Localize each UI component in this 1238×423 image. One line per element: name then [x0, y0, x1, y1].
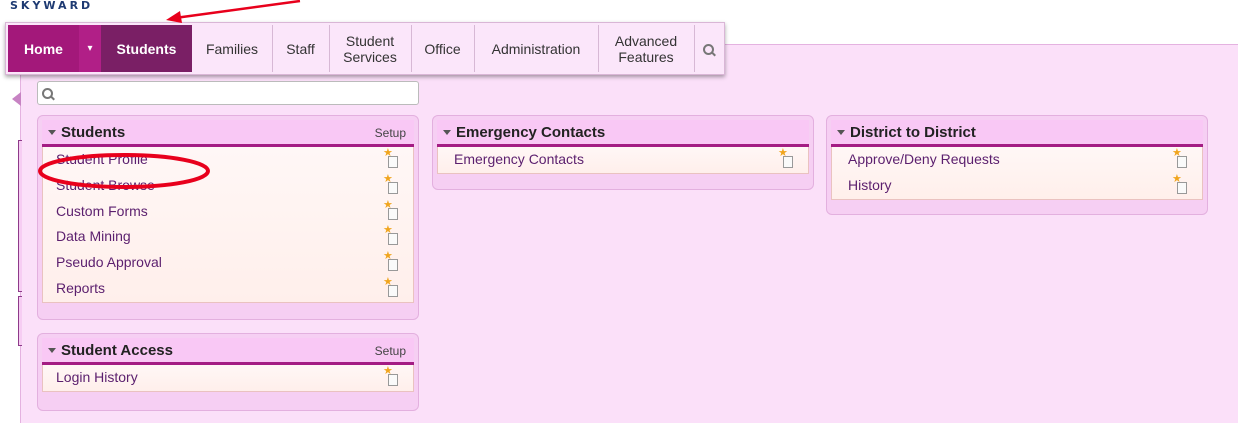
- students-setup-link[interactable]: Setup: [375, 126, 406, 140]
- top-navigation-bar: Home ▾ Students Families Staff Student S…: [5, 22, 725, 75]
- favorite-star-icon[interactable]: ★: [383, 225, 399, 246]
- link-label: Data Mining: [56, 228, 131, 245]
- student-access-setup-link[interactable]: Setup: [375, 344, 406, 358]
- favorite-star-icon[interactable]: ★: [383, 366, 399, 386]
- district-to-district-widget-header[interactable]: District to District: [831, 120, 1203, 147]
- link-history[interactable]: History ★: [832, 173, 1202, 199]
- menu-search-input[interactable]: [52, 84, 418, 102]
- link-label: Login History: [56, 369, 138, 385]
- emergency-contacts-widget-title: Emergency Contacts: [456, 123, 606, 141]
- nav-advanced-features[interactable]: Advanced Features: [598, 25, 695, 72]
- link-label: Custom Forms: [56, 202, 148, 219]
- favorite-star-icon[interactable]: ★: [1172, 173, 1188, 194]
- students-widget-header[interactable]: Students Setup: [42, 120, 414, 147]
- nav-student-services-label: Student Services: [343, 32, 397, 65]
- nav-families[interactable]: Families: [192, 25, 273, 72]
- link-label: Approve/Deny Requests: [848, 151, 1000, 167]
- link-label: Student Profile: [56, 151, 148, 167]
- collapse-triangle-icon[interactable]: [48, 347, 56, 353]
- nav-home-dropdown-caret[interactable]: ▾: [79, 25, 101, 72]
- student-access-widget-body: Login History ★: [42, 365, 414, 392]
- search-icon: [42, 88, 53, 99]
- nav-student-services[interactable]: Student Services: [329, 25, 412, 72]
- link-label: Pseudo Approval: [56, 254, 162, 271]
- students-widget: Students Setup Student Profile ★ Student…: [37, 115, 419, 320]
- link-approve-deny-requests[interactable]: Approve/Deny Requests ★: [832, 147, 1202, 173]
- district-to-district-widget-body: Approve/Deny Requests ★ History ★: [831, 147, 1203, 200]
- link-label: Reports: [56, 279, 106, 296]
- chevron-down-icon: ▾: [87, 42, 93, 54]
- link-data-mining[interactable]: Data Mining ★: [43, 224, 413, 250]
- favorite-star-icon[interactable]: ★: [1172, 148, 1188, 168]
- district-to-district-widget: District to District Approve/Deny Reques…: [826, 115, 1208, 215]
- link-custom-forms[interactable]: Custom Forms ★: [43, 199, 413, 225]
- collapse-triangle-icon[interactable]: [48, 129, 56, 135]
- student-access-widget-header[interactable]: Student Access Setup: [42, 338, 414, 365]
- district-to-district-widget-title: District to District: [850, 123, 976, 141]
- link-reports[interactable]: Reports ★: [43, 276, 413, 302]
- collapse-triangle-icon[interactable]: [443, 129, 451, 135]
- emergency-contacts-widget-body: Emergency Contacts ★: [437, 147, 809, 174]
- left-sidebar-tab: [18, 140, 22, 292]
- nav-office[interactable]: Office: [411, 25, 475, 72]
- link-emergency-contacts[interactable]: Emergency Contacts ★: [438, 147, 808, 173]
- skyward-logo: SKYWARD: [10, 0, 94, 12]
- students-widget-body: Student Profile ★ Student Browse ★ Custo…: [42, 147, 414, 303]
- emergency-contacts-widget-header[interactable]: Emergency Contacts: [437, 120, 809, 147]
- favorite-star-icon[interactable]: ★: [383, 251, 399, 272]
- link-label: Emergency Contacts: [454, 151, 584, 167]
- collapse-sidebar-arrow-icon[interactable]: [12, 92, 21, 106]
- favorite-star-icon[interactable]: ★: [778, 148, 794, 168]
- left-sidebar-tab: [18, 296, 22, 346]
- favorite-star-icon[interactable]: ★: [383, 173, 399, 194]
- annotation-arrow-line: [174, 0, 301, 20]
- emergency-contacts-widget: Emergency Contacts Emergency Contacts ★: [432, 115, 814, 190]
- student-access-widget-title: Student Access: [61, 341, 173, 359]
- students-widget-title: Students: [61, 123, 126, 141]
- nav-administration[interactable]: Administration: [474, 25, 599, 72]
- link-login-history[interactable]: Login History ★: [43, 365, 413, 391]
- menu-search-box[interactable]: [37, 81, 419, 105]
- link-pseudo-approval[interactable]: Pseudo Approval ★: [43, 250, 413, 276]
- link-student-profile[interactable]: Student Profile ★: [43, 147, 413, 173]
- nav-students[interactable]: Students: [101, 25, 192, 72]
- student-access-widget: Student Access Setup Login History ★: [37, 333, 419, 411]
- nav-home[interactable]: Home: [8, 25, 79, 72]
- link-label: History: [848, 176, 892, 193]
- link-student-browse[interactable]: Student Browse ★: [43, 173, 413, 199]
- link-label: Student Browse: [56, 176, 155, 193]
- search-icon: [703, 43, 714, 55]
- favorite-star-icon[interactable]: ★: [383, 199, 399, 220]
- nav-staff[interactable]: Staff: [272, 25, 330, 72]
- nav-search-button[interactable]: [694, 25, 722, 72]
- collapse-triangle-icon[interactable]: [837, 129, 845, 135]
- nav-advanced-features-label: Advanced Features: [614, 32, 678, 65]
- favorite-star-icon[interactable]: ★: [383, 276, 399, 297]
- favorite-star-icon[interactable]: ★: [383, 148, 399, 168]
